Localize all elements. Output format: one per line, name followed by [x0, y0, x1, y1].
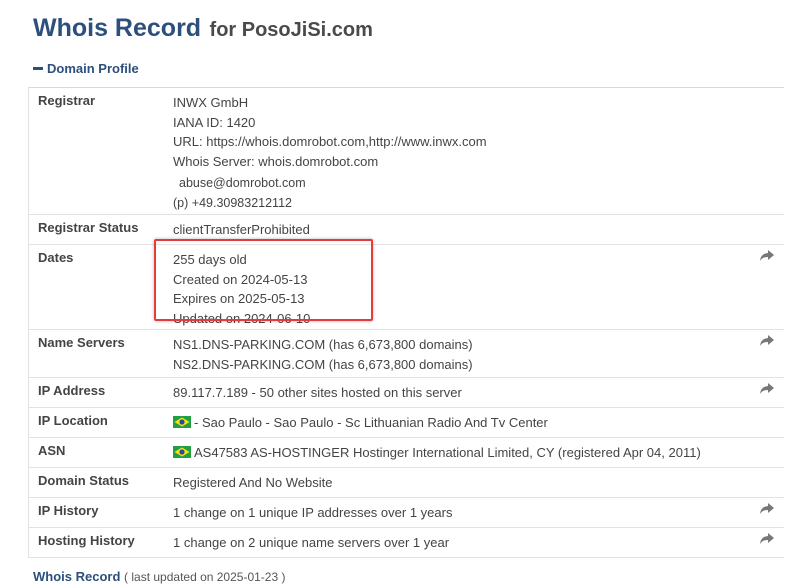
- ip-address-value[interactable]: 89.117.7.189 - 50 other sites hosted on …: [173, 377, 744, 408]
- domain-status-value: Registered And No Website: [173, 467, 744, 498]
- row-hosting-history: Hosting History 1 change on 2 unique nam…: [28, 527, 784, 558]
- whois-record-link[interactable]: Whois Record: [33, 569, 120, 584]
- row-dates: Dates 255 days old Created on 2024-05-13…: [28, 244, 784, 330]
- asn-value: AS47583 AS-HOSTINGER Hostinger Internati…: [194, 445, 701, 460]
- share-arrow-icon[interactable]: [760, 335, 774, 350]
- name-server-2[interactable]: NS2.DNS-PARKING.COM (has 6,673,800 domai…: [173, 355, 744, 375]
- row-asn: ASN AS47583 AS-HOSTINGER Hostinger Inter…: [28, 437, 784, 468]
- domain-status-label: Domain Status: [28, 467, 173, 498]
- ip-history-value: 1 change on 1 unique IP addresses over 1…: [173, 497, 744, 528]
- hosting-history-label: Hosting History: [28, 527, 173, 558]
- share-arrow-icon[interactable]: [760, 503, 774, 518]
- hosting-history-value: 1 change on 2 unique name servers over 1…: [173, 527, 744, 558]
- page-title: Whois Record for PosoJiSi.com: [33, 14, 373, 43]
- registrar-status-label: Registrar Status: [28, 214, 173, 245]
- registrar-url: URL: https://whois.domrobot.com,http://w…: [173, 134, 487, 149]
- name-servers-label: Name Servers: [28, 329, 173, 378]
- row-registrar: Registrar INWX GmbH IANA ID: 1420 URL: h…: [28, 87, 784, 215]
- registrar-iana: IANA ID: 1420: [173, 114, 256, 130]
- dates-highlight-box: [154, 239, 373, 321]
- row-registrar-status: Registrar Status clientTransferProhibite…: [28, 214, 784, 245]
- asn-label: ASN: [28, 437, 173, 468]
- row-name-servers: Name Servers NS1.DNS-PARKING.COM (has 6,…: [28, 329, 784, 378]
- collapse-icon: [33, 67, 43, 71]
- ip-history-label: IP History: [28, 497, 173, 528]
- registrar-label: Registrar: [28, 87, 173, 215]
- registrar-email: abuse@domrobot.com: [179, 176, 306, 190]
- ip-location-label: IP Location: [28, 407, 173, 438]
- ip-address-label: IP Address: [28, 377, 173, 408]
- registrar-name: INWX GmbH: [173, 95, 249, 110]
- ip-location-value: - Sao Paulo - Sao Paulo - Sc Lithuanian …: [194, 415, 548, 430]
- last-updated-note: ( last updated on 2025-01-23 ): [124, 570, 286, 584]
- domain-profile-label: Domain Profile: [47, 61, 139, 76]
- phone-prefix: (p): [173, 195, 189, 210]
- domain-profile-table: Registrar INWX GmbH IANA ID: 1420 URL: h…: [28, 87, 784, 558]
- title-main: Whois Record: [33, 14, 202, 42]
- registrar-whois-server: Whois Server: whois.domrobot.com: [173, 153, 379, 169]
- share-arrow-icon[interactable]: [760, 383, 774, 398]
- title-domain: for PosoJiSi.com: [209, 19, 373, 41]
- name-server-1[interactable]: NS1.DNS-PARKING.COM (has 6,673,800 domai…: [173, 335, 744, 355]
- row-ip-location: IP Location - Sao Paulo - Sao Paulo - Sc…: [28, 407, 784, 438]
- brazil-flag-icon: [173, 414, 191, 428]
- share-arrow-icon[interactable]: [760, 533, 774, 548]
- dates-label: Dates: [28, 244, 173, 330]
- row-domain-status: Domain Status Registered And No Website: [28, 467, 784, 498]
- row-ip-address: IP Address 89.117.7.189 - 50 other sites…: [28, 377, 784, 408]
- brazil-flag-icon: [173, 444, 191, 458]
- share-arrow-icon[interactable]: [760, 250, 774, 265]
- domain-profile-toggle[interactable]: Domain Profile: [33, 61, 139, 76]
- registrar-phone: +49.30983212112: [191, 195, 292, 210]
- row-ip-history: IP History 1 change on 1 unique IP addre…: [28, 497, 784, 528]
- footer: Whois Record ( last updated on 2025-01-2…: [33, 569, 285, 584]
